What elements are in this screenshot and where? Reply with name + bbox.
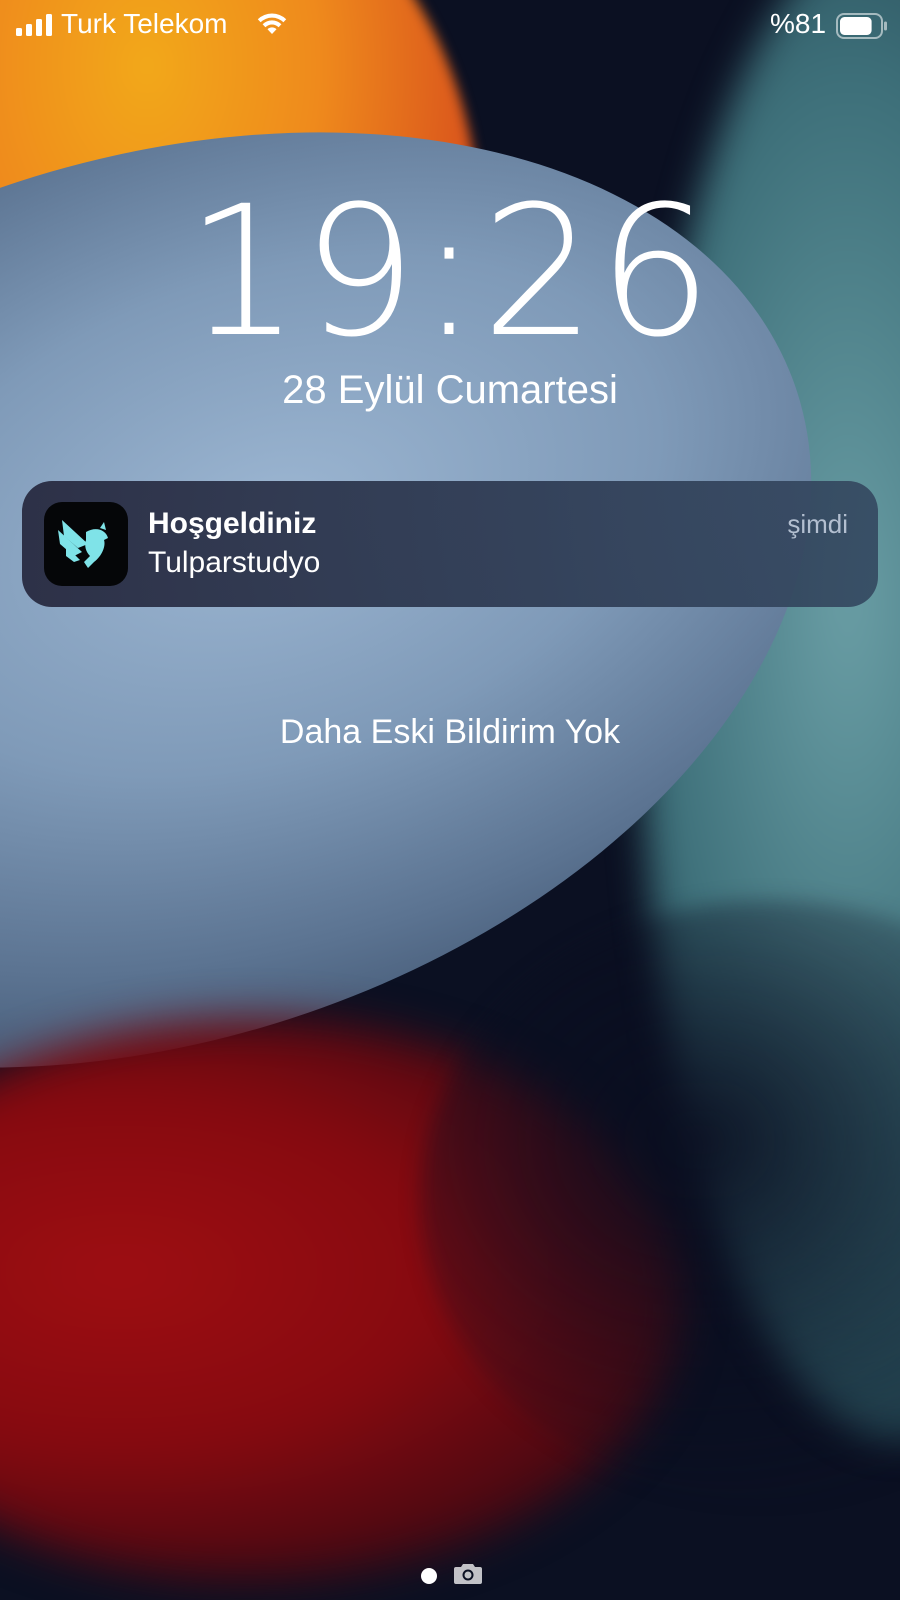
wifi-icon <box>257 13 287 34</box>
cellular-signal-icon <box>16 14 52 36</box>
notification-title: Hoşgeldiniz <box>148 507 317 540</box>
battery-icon <box>836 13 887 39</box>
carrier-name: Turk Telekom <box>61 8 228 39</box>
camera-icon[interactable] <box>454 1562 482 1584</box>
lock-screen: Turk Telekom %81 19:26 28 Eylül Cumartes… <box>0 0 900 1600</box>
status-bar: Turk Telekom %81 <box>0 0 900 52</box>
battery-percentage: %81 <box>770 8 827 39</box>
no-older-notifications-text: Daha Eski Bildirim Yok <box>279 713 621 751</box>
app-icon <box>44 502 128 586</box>
lock-screen-date: 28 Eylül Cumartesi <box>282 368 618 412</box>
page-dot-icon[interactable] <box>421 1568 437 1584</box>
pegasus-logo-icon <box>58 520 108 568</box>
notification-body: Tulparstudyo <box>148 546 321 579</box>
notification-time: şimdi <box>787 509 848 539</box>
clock-time: 19:26 <box>185 168 715 377</box>
notification-card[interactable]: Hoşgeldiniz Tulparstudyo şimdi <box>22 481 878 607</box>
